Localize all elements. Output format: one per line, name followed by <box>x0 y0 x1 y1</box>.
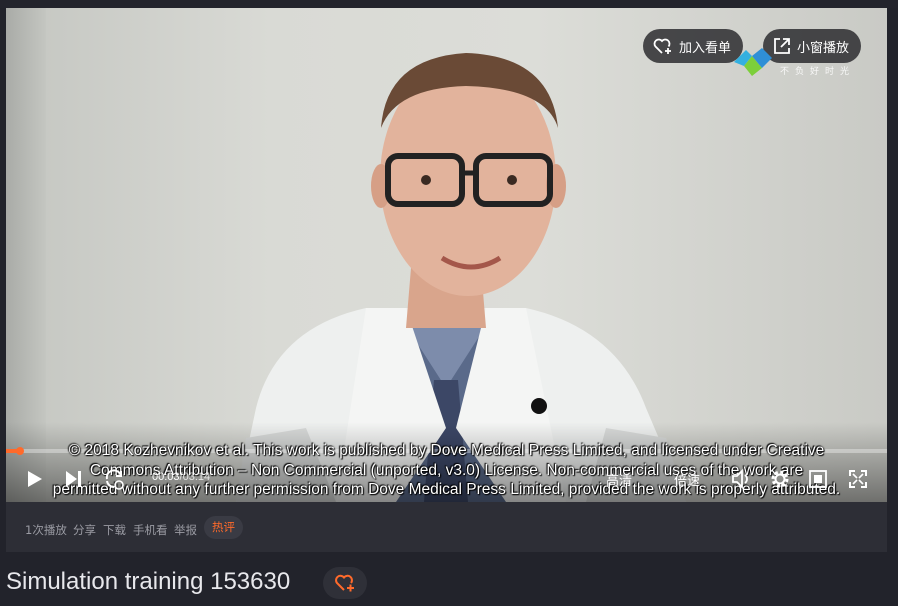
fullscreen-icon[interactable] <box>848 469 868 489</box>
settings-icon[interactable] <box>769 468 791 490</box>
volume-icon[interactable] <box>731 469 753 489</box>
watermark-logo: 不负好时光 <box>732 42 862 82</box>
time-display: 00:03/03:14 <box>152 471 210 483</box>
watermark-text: 不负好时光 <box>780 67 856 77</box>
mobile-watch-link[interactable]: 手机看 <box>133 522 168 538</box>
download-link[interactable]: 下载 <box>103 522 126 538</box>
share-link[interactable]: 分享 <box>73 522 96 538</box>
total-time: /03:14 <box>179 471 211 483</box>
heart-plus-icon <box>653 38 671 54</box>
play-count: 1次播放 <box>25 523 67 537</box>
top-strip <box>0 0 898 8</box>
next-icon[interactable] <box>64 469 84 489</box>
subtitle-text: © 2018 Kozhevnikov et al. This work is p… <box>52 442 841 498</box>
current-time: 00:03 <box>152 471 180 483</box>
report-link[interactable]: 举报 <box>174 522 197 538</box>
quality-button[interactable]: 高清 <box>606 470 632 489</box>
speed-button[interactable]: 倍速 <box>674 470 700 489</box>
hot-comments-badge[interactable]: 热评 <box>204 516 243 539</box>
heart-plus-icon <box>335 574 354 592</box>
video-title: Simulation training 153630 <box>6 568 291 595</box>
play-icon[interactable] <box>26 469 44 489</box>
loop-icon[interactable] <box>103 468 127 492</box>
add-to-list-button[interactable]: 加入看单 <box>643 29 744 63</box>
video-player[interactable]: 加入看单 小窗播放 不负好时光 © 2018 Kozhevnikov et al… <box>6 8 887 502</box>
logo-icon <box>734 48 772 76</box>
add-to-list-label: 加入看单 <box>679 40 732 56</box>
picture-in-picture-icon[interactable] <box>808 469 828 489</box>
video-info-bar: 1次播放 分享 下载 手机看 举报 热评 <box>6 502 887 552</box>
favorite-button[interactable] <box>323 567 367 599</box>
